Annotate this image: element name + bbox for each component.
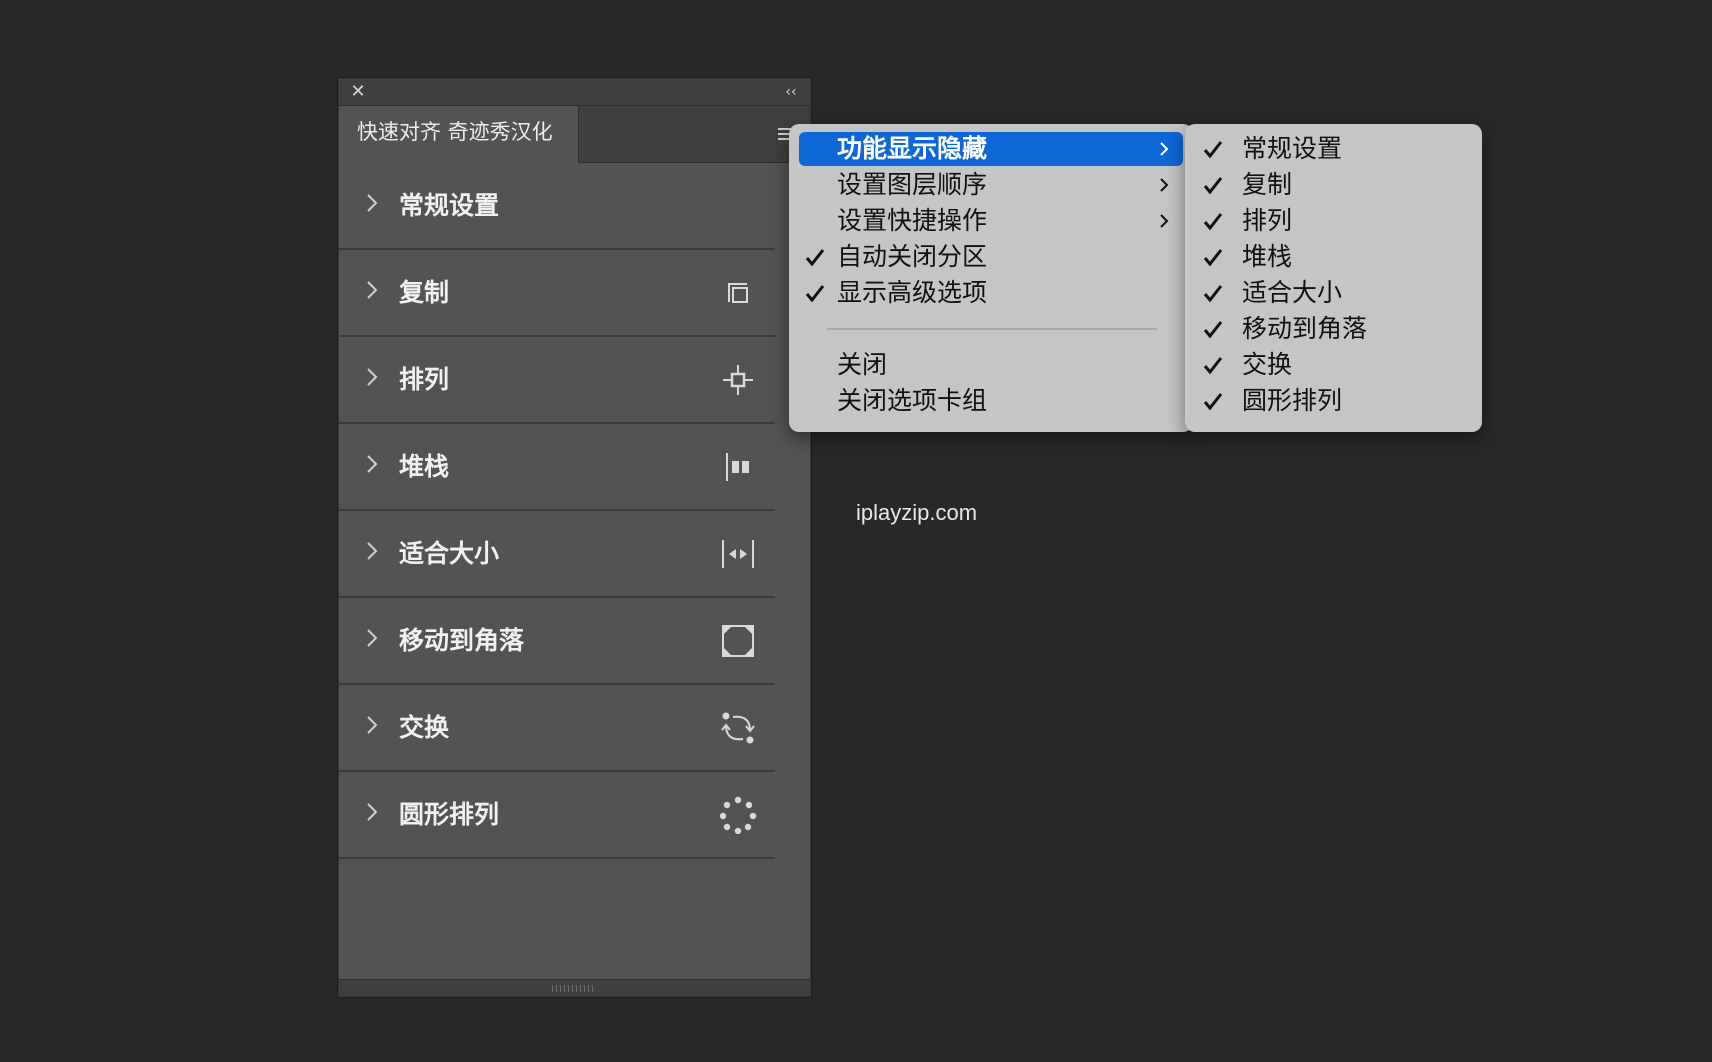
section-duplicate[interactable]: 复制 <box>339 250 775 337</box>
submenu-item-general-settings[interactable]: 常规设置 <box>1195 132 1472 166</box>
chevron-right-icon <box>367 281 378 299</box>
menu-item-label: 设置图层顺序 <box>837 170 988 199</box>
section-general-settings[interactable]: 常规设置 <box>339 163 775 250</box>
submenu-item-label: 交换 <box>1242 350 1293 379</box>
menu-item-show-advanced[interactable]: 显示高级选项 <box>799 276 1183 310</box>
chevron-right-icon <box>1160 178 1169 192</box>
quick-align-panel: ✕ ‹‹ 快速对齐 奇迹秀汉化 常规设置 复制 排列 堆栈 适合大小 移动到角落… <box>338 78 811 997</box>
checkmark-icon <box>1203 213 1223 231</box>
circle-arrange-icon <box>719 796 757 834</box>
checkmark-icon <box>1203 177 1223 195</box>
menu-item-label: 关闭 <box>837 350 888 379</box>
section-arrange[interactable]: 排列 <box>339 337 775 424</box>
submenu-item-duplicate[interactable]: 复制 <box>1195 168 1472 202</box>
submenu-item-label: 复制 <box>1242 170 1293 199</box>
menu-item-auto-close-sections[interactable]: 自动关闭分区 <box>799 240 1183 274</box>
menu-separator <box>827 328 1157 330</box>
section-move-to-corner[interactable]: 移动到角落 <box>339 598 775 685</box>
chevron-right-icon <box>367 455 378 473</box>
submenu-item-stack[interactable]: 堆栈 <box>1195 240 1472 274</box>
checkmark-icon <box>1203 393 1223 411</box>
checkmark-icon <box>1203 357 1223 375</box>
menu-item-quick-actions[interactable]: 设置快捷操作 <box>799 204 1183 238</box>
corner-icon <box>722 625 754 657</box>
chevron-right-icon <box>367 629 378 647</box>
submenu-item-circle-arrange[interactable]: 圆形排列 <box>1195 384 1472 418</box>
chevron-right-icon <box>367 803 378 821</box>
menu-item-feature-visibility[interactable]: 功能显示隐藏 <box>799 132 1183 166</box>
chevron-right-icon <box>367 716 378 734</box>
section-label: 排列 <box>399 365 450 394</box>
submenu-item-label: 排列 <box>1242 206 1293 235</box>
submenu-item-label: 移动到角落 <box>1242 314 1368 343</box>
chevron-right-icon <box>367 194 378 212</box>
fit-size-icon <box>722 540 754 568</box>
submenu-item-move-to-corner[interactable]: 移动到角落 <box>1195 312 1472 346</box>
section-swap[interactable]: 交换 <box>339 685 775 772</box>
checkmark-icon <box>1203 141 1223 159</box>
stack-icon <box>726 453 749 481</box>
checkmark-icon <box>1203 249 1223 267</box>
checkmark-icon <box>805 249 825 267</box>
menu-item-close-tab-group[interactable]: 关闭选项卡组 <box>799 384 1183 418</box>
chevron-right-icon <box>1160 142 1169 156</box>
watermark-text: iplayzip.com <box>856 500 978 525</box>
submenu-item-label: 常规设置 <box>1242 134 1343 163</box>
menu-item-label: 自动关闭分区 <box>837 242 988 271</box>
submenu-item-label: 适合大小 <box>1242 278 1343 307</box>
tab-quick-align[interactable]: 快速对齐 奇迹秀汉化 <box>339 106 579 163</box>
menu-item-label: 显示高级选项 <box>837 278 988 307</box>
checkmark-icon <box>1203 321 1223 339</box>
resize-grip[interactable] <box>552 985 596 992</box>
chevron-right-icon <box>1160 214 1169 228</box>
menu-item-layer-order[interactable]: 设置图层顺序 <box>799 168 1183 202</box>
close-icon[interactable]: ✕ <box>349 83 367 101</box>
section-label: 圆形排列 <box>399 800 500 829</box>
section-stack[interactable]: 堆栈 <box>339 424 775 511</box>
checkmark-icon <box>1203 285 1223 303</box>
submenu-item-arrange[interactable]: 排列 <box>1195 204 1472 238</box>
section-label: 常规设置 <box>399 191 500 220</box>
submenu-item-swap[interactable]: 交换 <box>1195 348 1472 382</box>
section-fit-size[interactable]: 适合大小 <box>339 511 775 598</box>
section-list: 常规设置 复制 排列 堆栈 适合大小 移动到角落 交换 圆形排列 <box>339 163 775 859</box>
flyout-menu: 功能显示隐藏 设置图层顺序 设置快捷操作 自动关闭分区 显示高级选项 关闭 关闭… <box>789 124 1193 432</box>
panel-title-bar: ✕ ‹‹ <box>339 79 810 106</box>
double-chevron-left-icon[interactable]: ‹‹ <box>782 84 800 100</box>
menu-item-label: 关闭选项卡组 <box>837 386 988 415</box>
duplicate-icon <box>728 283 748 303</box>
chevron-right-icon <box>367 368 378 386</box>
menu-item-close[interactable]: 关闭 <box>799 348 1183 382</box>
menu-item-label: 功能显示隐藏 <box>837 134 988 163</box>
submenu-item-fit-size[interactable]: 适合大小 <box>1195 276 1472 310</box>
section-label: 适合大小 <box>399 539 500 568</box>
section-label: 交换 <box>399 713 450 742</box>
section-label: 移动到角落 <box>399 626 525 655</box>
checkmark-icon <box>805 285 825 303</box>
panel-tab-bar: 快速对齐 奇迹秀汉化 <box>339 106 810 163</box>
menu-item-label: 设置快捷操作 <box>837 206 988 235</box>
panel-footer <box>339 979 810 996</box>
feature-visibility-submenu: 常规设置 复制 排列 堆栈 适合大小 移动到角落 交换 圆形排列 <box>1185 124 1482 432</box>
chevron-right-icon <box>367 542 378 560</box>
tab-label: 快速对齐 奇迹秀汉化 <box>357 120 553 144</box>
submenu-item-label: 圆形排列 <box>1242 386 1343 415</box>
submenu-item-label: 堆栈 <box>1242 242 1293 271</box>
section-label: 堆栈 <box>399 452 450 481</box>
section-circle-arrange[interactable]: 圆形排列 <box>339 772 775 859</box>
section-label: 复制 <box>399 278 450 307</box>
swap-icon <box>721 712 755 744</box>
crosshair-icon <box>723 365 753 395</box>
